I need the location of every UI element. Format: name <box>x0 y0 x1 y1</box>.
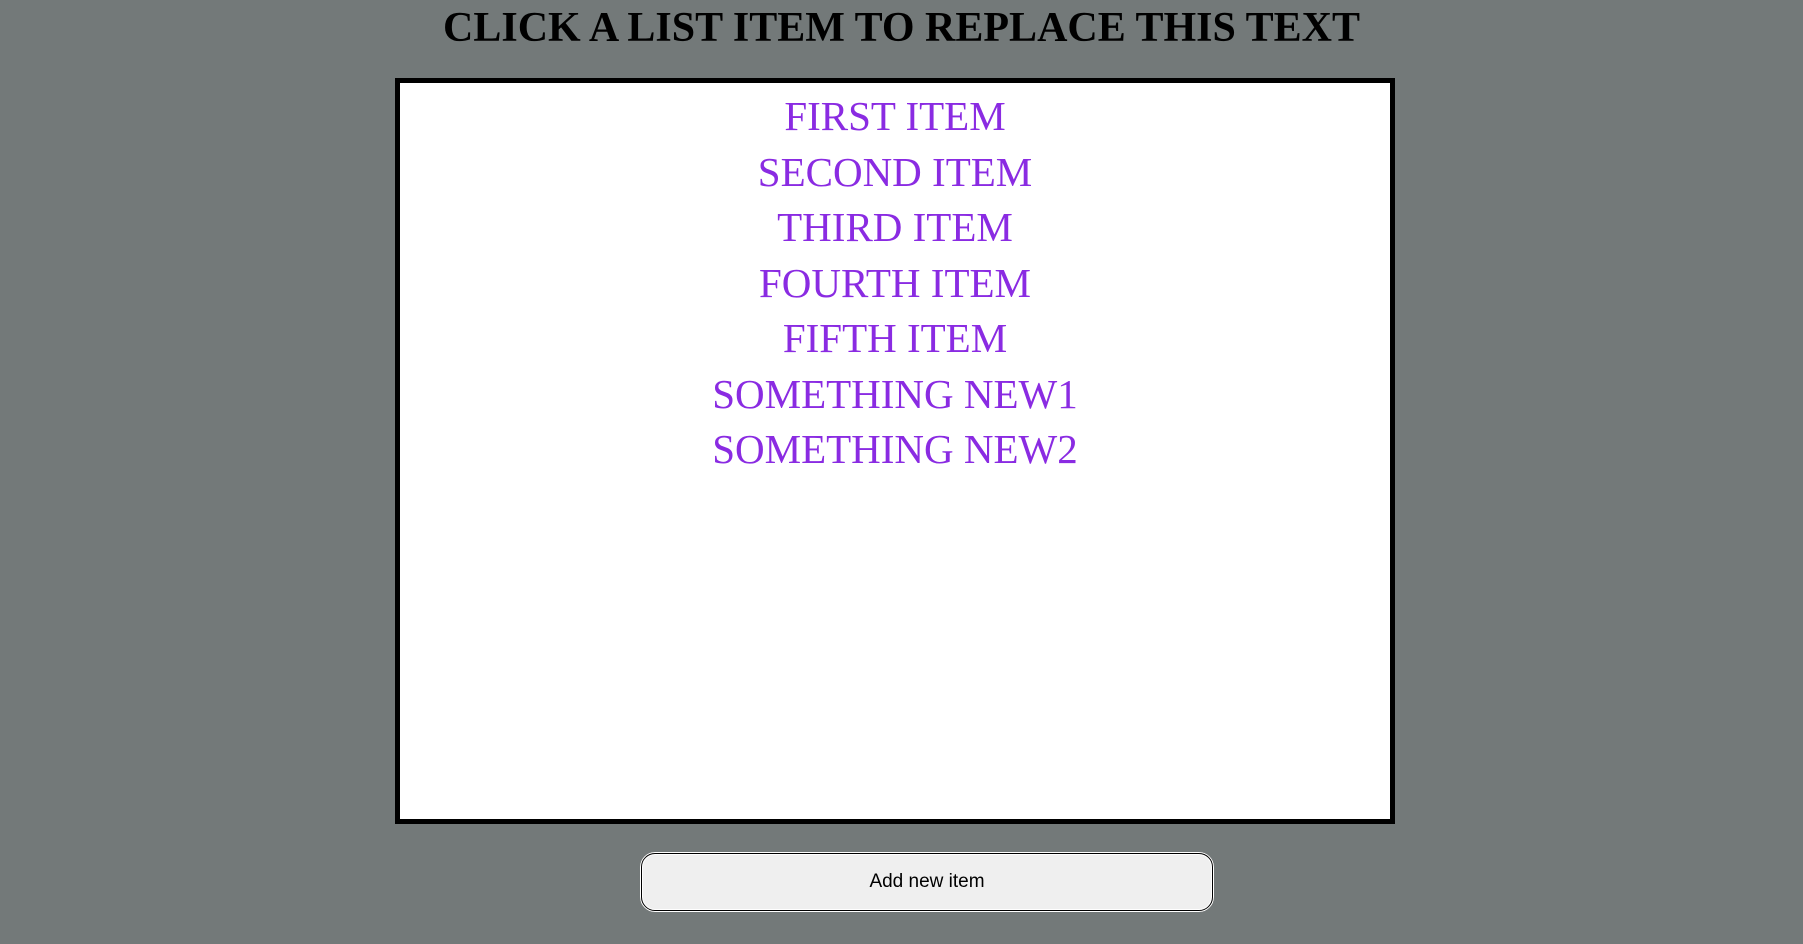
item-list: FIRST ITEM SECOND ITEM THIRD ITEM FOURTH… <box>400 83 1390 478</box>
page-headline: CLICK A LIST ITEM TO REPLACE THIS TEXT <box>443 5 1360 51</box>
list-item[interactable]: FIFTH ITEM <box>400 311 1390 367</box>
list-item[interactable]: FOURTH ITEM <box>400 256 1390 312</box>
list-container: FIRST ITEM SECOND ITEM THIRD ITEM FOURTH… <box>395 78 1395 824</box>
add-new-item-button[interactable]: Add new item <box>640 852 1214 912</box>
list-item[interactable]: SECOND ITEM <box>400 145 1390 201</box>
list-item[interactable]: FIRST ITEM <box>400 89 1390 145</box>
list-item[interactable]: SOMETHING NEW1 <box>400 367 1390 423</box>
list-item[interactable]: SOMETHING NEW2 <box>400 422 1390 478</box>
list-item[interactable]: THIRD ITEM <box>400 200 1390 256</box>
